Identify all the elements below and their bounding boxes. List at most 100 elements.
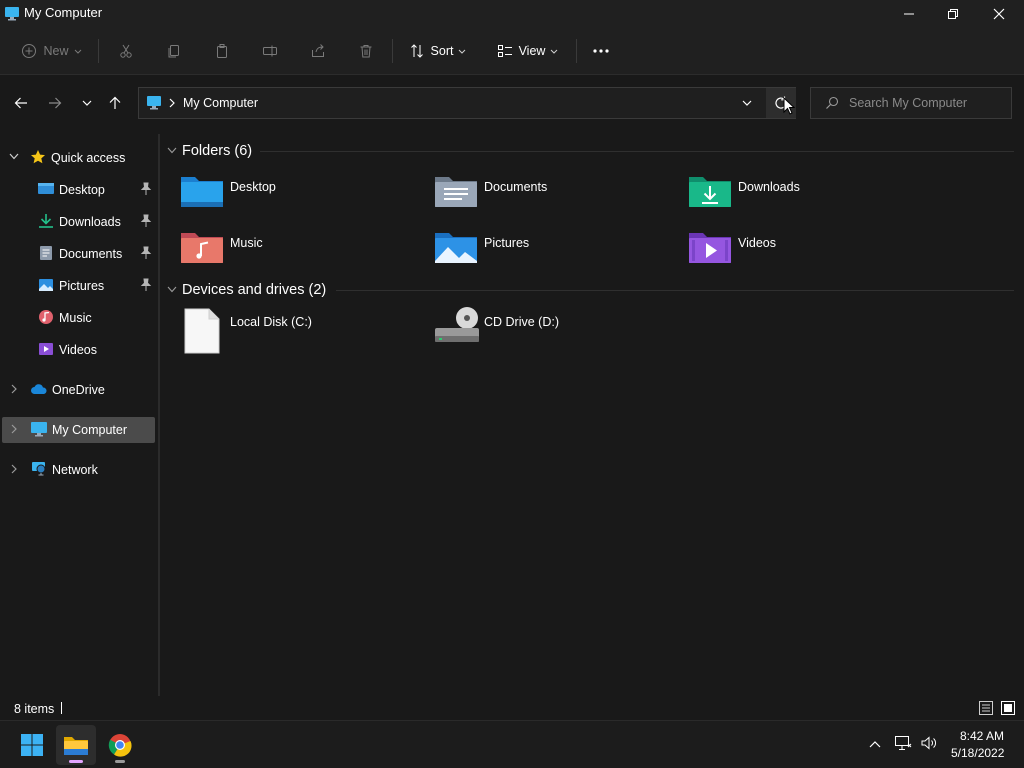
computer-icon [4, 6, 20, 24]
tiles-view-button[interactable] [1000, 700, 1016, 719]
forward-button[interactable] [42, 89, 68, 117]
pin-icon[interactable] [140, 246, 152, 263]
sidebar-item-onedrive[interactable]: OneDrive [2, 377, 155, 403]
chevron-down-icon [167, 147, 177, 154]
plus-circle-icon [22, 44, 37, 58]
folder-tile-pictures[interactable]: Pictures [434, 228, 674, 278]
status-bar: 8 items [0, 696, 1024, 720]
pictures-folder-icon [434, 228, 478, 267]
back-button[interactable] [8, 89, 34, 117]
clock-time[interactable]: 8:42 AM [960, 729, 1004, 743]
chevron-down-icon [167, 286, 177, 293]
folder-tile-downloads[interactable]: Downloads [688, 172, 928, 222]
sidebar-item-music[interactable]: Music [2, 305, 155, 331]
running-indicator [115, 760, 125, 763]
recent-locations-button[interactable] [74, 89, 100, 117]
music-icon [37, 309, 55, 328]
chevron-down-icon [8, 151, 22, 165]
windows-logo-icon [21, 734, 43, 756]
document-icon [37, 245, 55, 264]
more-options-button[interactable] [586, 36, 616, 66]
chevron-down-icon [551, 49, 558, 54]
search-input[interactable] [849, 94, 999, 112]
share-button[interactable] [302, 36, 334, 66]
chrome-icon [108, 734, 132, 757]
title-bar: My Computer [0, 0, 1024, 28]
pin-icon[interactable] [140, 182, 152, 199]
video-icon [37, 341, 55, 360]
clipboard-icon [217, 44, 227, 58]
group-divider [336, 290, 1014, 291]
details-view-button[interactable] [978, 700, 994, 719]
folder-name: Downloads [738, 180, 800, 194]
delete-button[interactable] [350, 36, 382, 66]
taskbar-file-explorer[interactable] [56, 725, 96, 765]
minimize-icon [904, 13, 914, 15]
address-history-dropdown[interactable] [741, 98, 753, 112]
sidebar-item-downloads[interactable]: Downloads [2, 209, 155, 235]
rename-button[interactable] [254, 36, 286, 66]
chevron-down-icon [82, 100, 92, 106]
show-hidden-icons-button[interactable] [868, 738, 882, 752]
folder-name: Pictures [484, 236, 530, 250]
mouse-cursor-icon [783, 96, 796, 118]
pin-icon[interactable] [140, 278, 152, 295]
view-button[interactable]: View [492, 36, 564, 66]
search-box[interactable] [810, 87, 1012, 119]
computer-icon [30, 421, 48, 440]
sidebar-item-pictures[interactable]: Pictures [2, 273, 155, 299]
search-icon [825, 96, 839, 113]
group-header-label: Folders (6) [182, 143, 253, 159]
new-button[interactable]: New [14, 36, 90, 66]
taskbar-chrome[interactable] [100, 725, 140, 765]
breadcrumb-my-computer[interactable]: My Computer [183, 96, 258, 110]
group-header-devices[interactable]: Devices and drives (2) [166, 279, 326, 301]
cut-button[interactable] [110, 36, 142, 66]
cloud-icon [30, 382, 48, 399]
toolbar-separator [392, 39, 393, 63]
rename-icon [263, 45, 277, 57]
sidebar-item-network[interactable]: Network [2, 457, 155, 483]
drive-tile-cd-drive-d[interactable]: CD Drive (D:) [434, 306, 674, 356]
copy-button[interactable] [158, 36, 190, 66]
desktop-icon [37, 182, 55, 199]
chevron-right-icon [9, 423, 23, 438]
drive-tile-local-disk-c[interactable]: Local Disk (C:) [180, 308, 420, 358]
sidebar-item-quick-access[interactable]: Quick access [2, 145, 155, 171]
up-button[interactable] [102, 89, 128, 117]
folder-tile-music[interactable]: Music [180, 228, 420, 278]
minimize-button[interactable] [886, 0, 932, 28]
chevron-down-icon [459, 49, 466, 54]
arrow-right-icon [49, 97, 62, 109]
chevron-down-icon [742, 100, 752, 106]
network-status-icon[interactable] [894, 735, 912, 754]
drive-name: CD Drive (D:) [484, 315, 559, 329]
start-button[interactable] [12, 725, 52, 765]
folder-tile-videos[interactable]: Videos [688, 228, 928, 278]
clock-date[interactable]: 5/18/2022 [951, 746, 1004, 760]
sidebar-item-documents[interactable]: Documents [2, 241, 155, 267]
close-button[interactable] [976, 0, 1022, 28]
paste-button[interactable] [206, 36, 238, 66]
sidebar-item-my-computer[interactable]: My Computer [2, 417, 155, 443]
volume-icon[interactable] [920, 735, 938, 754]
group-header-folders[interactable]: Folders (6) [166, 140, 252, 162]
address-bar[interactable]: My Computer [138, 87, 796, 119]
folder-name: Music [230, 236, 263, 250]
sidebar-item-label: Pictures [59, 279, 105, 293]
sidebar-item-label: Downloads [59, 215, 121, 229]
restore-button[interactable] [930, 0, 976, 28]
pane-splitter[interactable] [158, 134, 160, 696]
toolbar-separator [98, 39, 99, 63]
sidebar-item-label: Documents [59, 247, 123, 261]
command-bar: New Sort View [0, 28, 1024, 75]
sidebar-item-videos[interactable]: Videos [2, 337, 155, 363]
group-header-label: Devices and drives (2) [182, 282, 327, 298]
pin-icon[interactable] [140, 214, 152, 231]
navigation-pane: Quick access Desktop Downloads Documents… [0, 140, 158, 696]
sidebar-item-desktop[interactable]: Desktop [2, 177, 155, 203]
folder-tile-desktop[interactable]: Desktop [180, 172, 420, 222]
sort-button[interactable]: Sort [404, 36, 472, 66]
folder-tile-documents[interactable]: Documents [434, 172, 674, 222]
tiles-view-icon [1001, 701, 1015, 715]
